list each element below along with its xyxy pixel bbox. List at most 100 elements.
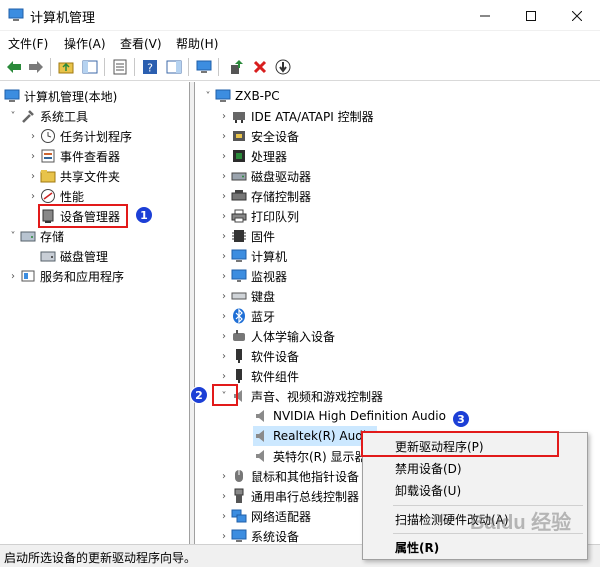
tree-item-label: 磁盘管理 bbox=[60, 249, 109, 264]
update-driver-icon bbox=[231, 60, 243, 74]
device-category-usb[interactable]: › 通用串行总线控制器 bbox=[217, 486, 359, 506]
device-nvidia-audio[interactable]: NVIDIA High Definition Audio bbox=[253, 406, 446, 426]
device-intel-display-audio[interactable]: 英特尔(R) 显示器 bbox=[253, 446, 367, 466]
device-tree-root[interactable]: ˅ ZXB-PC bbox=[201, 86, 280, 106]
tools-icon bbox=[20, 108, 36, 124]
chevron-right-icon[interactable]: › bbox=[217, 511, 231, 522]
device-category-system-devices[interactable]: › 系统设备 bbox=[217, 526, 299, 546]
device-category-processor[interactable]: › 处理器 bbox=[217, 146, 287, 166]
update-driver-toolbar-button[interactable] bbox=[226, 57, 246, 77]
chevron-right-icon[interactable]: › bbox=[26, 131, 40, 142]
back-button[interactable] bbox=[4, 57, 24, 77]
device-category-sound[interactable]: ˅ 声音、视频和游戏控制器 bbox=[217, 386, 384, 406]
device-category-disk-drives[interactable]: › 磁盘驱动器 bbox=[217, 166, 311, 186]
maximize-button[interactable] bbox=[508, 0, 554, 31]
device-category-mice[interactable]: › 鼠标和其他指针设备 bbox=[217, 466, 359, 486]
performance-icon bbox=[40, 188, 56, 204]
chevron-down-icon[interactable]: ˅ bbox=[6, 111, 20, 122]
device-realtek-audio[interactable]: Realtek(R) Audi bbox=[253, 426, 377, 446]
device-category-print-queues[interactable]: › 打印队列 bbox=[217, 206, 299, 226]
chevron-right-icon[interactable]: › bbox=[217, 211, 231, 222]
tree-item-storage[interactable]: ˅ 存储 bbox=[6, 226, 65, 246]
chevron-down-icon[interactable]: ˅ bbox=[6, 231, 20, 242]
chevron-right-icon[interactable]: › bbox=[217, 191, 231, 202]
tree-item-label: 蓝牙 bbox=[251, 309, 276, 324]
tree-item-computer-management[interactable]: 计算机管理(本地) bbox=[4, 86, 117, 106]
close-icon bbox=[572, 10, 582, 21]
tree-item-services-apps[interactable]: › 服务和应用程序 bbox=[6, 266, 124, 286]
printer-icon bbox=[231, 208, 247, 224]
chevron-right-icon[interactable]: › bbox=[217, 331, 231, 342]
tree-item-disk-management[interactable]: 磁盘管理 bbox=[40, 246, 108, 266]
status-text: 启动所选设备的更新驱动程序向导。 bbox=[4, 551, 197, 565]
tree-item-label: ZXB-PC bbox=[235, 89, 280, 103]
menu-view[interactable]: 查看(V) bbox=[120, 35, 162, 52]
chevron-right-icon[interactable]: › bbox=[217, 111, 231, 122]
chevron-right-icon[interactable]: › bbox=[217, 271, 231, 282]
highlight-device-manager bbox=[38, 204, 128, 228]
close-button[interactable] bbox=[554, 0, 600, 31]
tree-item-label: 网络适配器 bbox=[251, 509, 312, 524]
chevron-right-icon[interactable]: › bbox=[217, 531, 231, 542]
device-category-ide[interactable]: › IDE ATA/ATAPI 控制器 bbox=[217, 106, 374, 126]
chevron-right-icon[interactable]: › bbox=[26, 191, 40, 202]
tree-item-label: 安全设备 bbox=[251, 129, 300, 144]
chevron-right-icon[interactable]: › bbox=[217, 351, 231, 362]
chevron-right-icon[interactable]: › bbox=[217, 151, 231, 162]
chevron-right-icon[interactable]: › bbox=[217, 371, 231, 382]
uninstall-toolbar-button[interactable] bbox=[250, 57, 270, 77]
device-category-software-components[interactable]: › 软件组件 bbox=[217, 366, 299, 386]
console-tree-pane[interactable]: 计算机管理(本地) ˅ 系统工具 › 任务计划程序 › 事件查看器 › 共享文件… bbox=[0, 82, 190, 544]
minimize-button[interactable] bbox=[462, 0, 508, 31]
tree-item-label: IDE ATA/ATAPI 控制器 bbox=[251, 109, 374, 124]
tree-item-event-viewer[interactable]: › 事件查看器 bbox=[26, 146, 120, 166]
menu-help[interactable]: 帮助(H) bbox=[176, 35, 218, 52]
device-category-keyboards[interactable]: › 键盘 bbox=[217, 286, 275, 306]
device-category-firmware[interactable]: › 固件 bbox=[217, 226, 275, 246]
menu-file[interactable]: 文件(F) bbox=[8, 35, 48, 52]
device-category-monitors[interactable]: › 监视器 bbox=[217, 266, 287, 286]
chevron-right-icon[interactable]: › bbox=[217, 231, 231, 242]
chevron-right-icon[interactable]: › bbox=[217, 471, 231, 482]
tree-item-label: 性能 bbox=[60, 189, 85, 204]
forward-button[interactable] bbox=[26, 57, 46, 77]
chevron-right-icon[interactable]: › bbox=[26, 151, 40, 162]
show-action-pane-button[interactable] bbox=[164, 57, 184, 77]
tree-item-performance[interactable]: › 性能 bbox=[26, 186, 84, 206]
device-category-bluetooth[interactable]: › 蓝牙 bbox=[217, 306, 275, 326]
chevron-right-icon[interactable]: › bbox=[217, 251, 231, 262]
tree-item-label: 计算机管理(本地) bbox=[24, 89, 118, 104]
menu-uninstall-device[interactable]: 卸载设备(U) bbox=[363, 479, 587, 501]
toolbar-separator bbox=[104, 58, 105, 76]
show-hide-tree-button[interactable] bbox=[80, 57, 100, 77]
menu-action[interactable]: 操作(A) bbox=[64, 35, 106, 52]
device-category-software-devices[interactable]: › 软件设备 bbox=[217, 346, 299, 366]
device-category-network[interactable]: › 网络适配器 bbox=[217, 506, 311, 526]
device-category-hid[interactable]: › 人体学输入设备 bbox=[217, 326, 335, 346]
chevron-right-icon[interactable]: › bbox=[217, 491, 231, 502]
chevron-right-icon[interactable]: › bbox=[217, 311, 231, 322]
storage-ctrl-icon bbox=[231, 188, 247, 204]
tree-item-system-tools[interactable]: ˅ 系统工具 bbox=[6, 106, 89, 126]
chevron-right-icon[interactable]: › bbox=[217, 171, 231, 182]
device-category-security[interactable]: › 安全设备 bbox=[217, 126, 299, 146]
keyboard-icon bbox=[231, 288, 247, 304]
chevron-right-icon[interactable]: › bbox=[6, 271, 20, 282]
chevron-right-icon[interactable]: › bbox=[217, 131, 231, 142]
disable-toolbar-button[interactable] bbox=[273, 57, 293, 77]
up-folder-button[interactable] bbox=[56, 57, 76, 77]
device-category-storage-controllers[interactable]: › 存储控制器 bbox=[217, 186, 311, 206]
chevron-down-icon[interactable]: ˅ bbox=[201, 91, 215, 102]
pc-icon bbox=[215, 88, 231, 104]
menu-properties[interactable]: 属性(R) bbox=[363, 536, 587, 558]
menu-disable-device[interactable]: 禁用设备(D) bbox=[363, 457, 587, 479]
device-category-computer[interactable]: › 计算机 bbox=[217, 246, 287, 266]
chevron-right-icon[interactable]: › bbox=[26, 171, 40, 182]
software-device-icon bbox=[231, 348, 247, 364]
tree-item-shared-folders[interactable]: › 共享文件夹 bbox=[26, 166, 120, 186]
chevron-right-icon[interactable]: › bbox=[217, 291, 231, 302]
help-button[interactable]: ? bbox=[140, 57, 160, 77]
scan-hardware-button[interactable] bbox=[194, 57, 214, 77]
tree-item-task-scheduler[interactable]: › 任务计划程序 bbox=[26, 126, 132, 146]
properties-button[interactable] bbox=[110, 57, 130, 77]
